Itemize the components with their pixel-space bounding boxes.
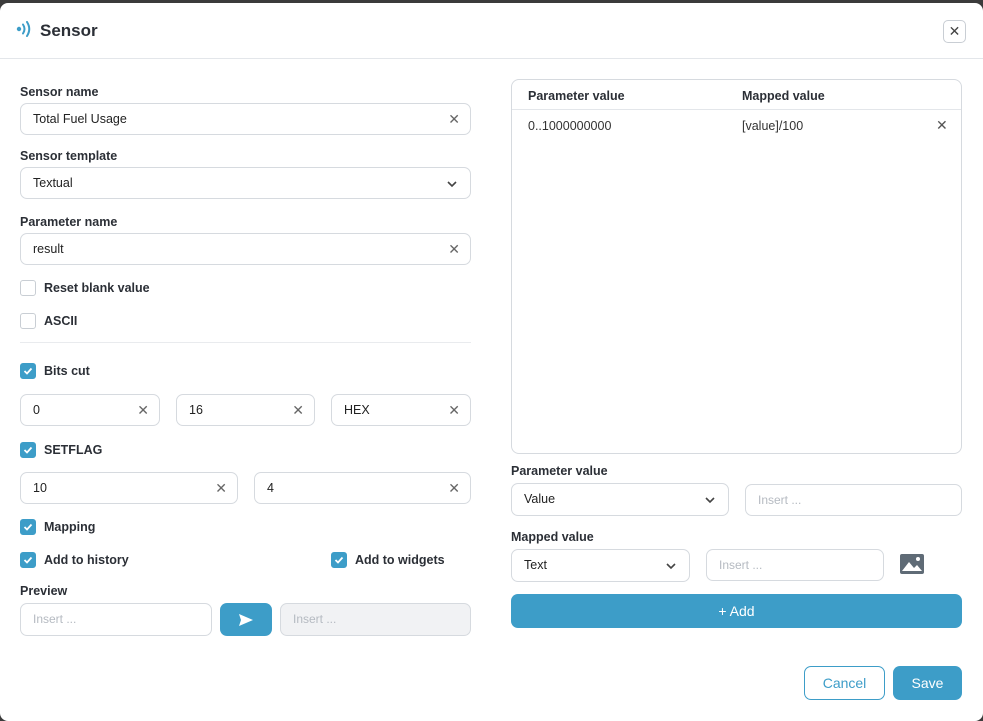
bits-cut-to-input[interactable]: 16 ✕ [176,394,315,426]
bits-cut-checkbox[interactable] [20,363,36,379]
add-to-history-checkbox[interactable] [20,552,36,568]
modal-title: Sensor [40,21,98,40]
preview-output: Insert ... [280,603,471,636]
sensor-name-value: Total Fuel Usage [33,112,127,126]
mapped-value-label: Mapped value [511,530,594,544]
parameter-value-label: Parameter value [511,464,608,478]
cancel-button[interactable]: Cancel [804,666,885,700]
close-button[interactable]: ✕ [943,20,966,43]
chevron-down-icon [446,177,458,195]
table-header: Parameter value Mapped value [512,80,961,110]
column-header-parameter: Parameter value [528,89,625,103]
parameter-value-input[interactable]: Insert ... [745,484,962,516]
check-icon [334,556,344,564]
bits-cut-format-value: HEX [344,403,370,417]
close-icon: ✕ [948,23,961,39]
mapped-value-type-select[interactable]: Text [511,549,690,582]
check-icon [23,367,33,375]
divider [20,342,471,343]
setflag-checkbox[interactable] [20,442,36,458]
setflag-value2: 4 [267,481,274,495]
add-to-widgets-label: Add to widgets [355,553,445,567]
sensor-name-label: Sensor name [20,85,99,99]
clear-icon[interactable]: ✕ [448,111,460,128]
add-mapping-button[interactable]: + Add [511,594,962,628]
preview-input[interactable]: Insert ... [20,603,212,636]
mapped-value-type: Text [524,558,547,572]
clear-icon[interactable]: ✕ [215,480,227,497]
image-icon[interactable] [899,553,925,580]
parameter-value-type-select[interactable]: Value [511,483,729,516]
clear-icon[interactable]: ✕ [292,402,304,419]
chevron-down-icon [665,559,677,577]
ascii-checkbox[interactable] [20,313,36,329]
preview-input-placeholder: Insert ... [33,612,77,626]
parameter-name-value: result [33,242,64,256]
parameter-value-type: Value [524,492,556,506]
sensor-template-select[interactable]: Textual [20,167,471,199]
mapped-value-input[interactable]: Insert ... [706,549,884,581]
send-icon [239,613,253,626]
add-to-widgets-checkbox[interactable] [331,552,347,568]
modal-header: Sensor ✕ [0,3,983,59]
table-cell-parameter: 0..1000000000 [528,119,612,133]
send-button[interactable] [220,603,272,636]
reset-blank-value-checkbox[interactable] [20,280,36,296]
clear-icon[interactable]: ✕ [448,480,460,497]
bits-cut-from-value: 0 [33,403,40,417]
bits-cut-label: Bits cut [44,364,90,378]
setflag-value1-input[interactable]: 10 ✕ [20,472,238,504]
parameter-name-label: Parameter name [20,215,118,229]
setflag-value2-input[interactable]: 4 ✕ [254,472,471,504]
parameter-value-placeholder: Insert ... [758,493,802,507]
preview-label: Preview [20,584,68,598]
reset-blank-value-label: Reset blank value [44,281,150,295]
clear-icon[interactable]: ✕ [448,402,460,419]
mapping-checkbox[interactable] [20,519,36,535]
mapping-table: Parameter value Mapped value 0..10000000… [511,79,962,454]
add-to-history-label: Add to history [44,553,129,567]
table-cell-mapped: [value]/100 [742,119,804,133]
bits-cut-format-input[interactable]: HEX ✕ [331,394,471,426]
bits-cut-from-input[interactable]: 0 ✕ [20,394,160,426]
clear-icon[interactable]: ✕ [137,402,149,419]
sensor-template-value: Textual [33,176,73,190]
clear-icon[interactable]: ✕ [448,241,460,258]
mapping-label: Mapping [44,520,96,534]
check-icon [23,556,33,564]
setflag-value1: 10 [33,481,47,495]
sensor-template-label: Sensor template [20,149,118,163]
check-icon [23,523,33,531]
signal-icon [16,21,34,42]
bits-cut-to-value: 16 [189,403,203,417]
column-header-mapped: Mapped value [742,89,825,103]
sensor-name-input[interactable]: Total Fuel Usage ✕ [20,103,471,135]
parameter-name-input[interactable]: result ✕ [20,233,471,265]
save-button[interactable]: Save [893,666,962,700]
ascii-label: ASCII [44,314,78,328]
sensor-modal: Sensor ✕ Sensor name Total Fuel Usage ✕ … [0,3,983,721]
chevron-down-icon [704,493,716,511]
setflag-label: SETFLAG [44,443,103,457]
preview-output-placeholder: Insert ... [293,612,337,626]
check-icon [23,446,33,454]
mapped-value-placeholder: Insert ... [719,558,763,572]
delete-row-icon[interactable]: ✕ [936,117,948,134]
